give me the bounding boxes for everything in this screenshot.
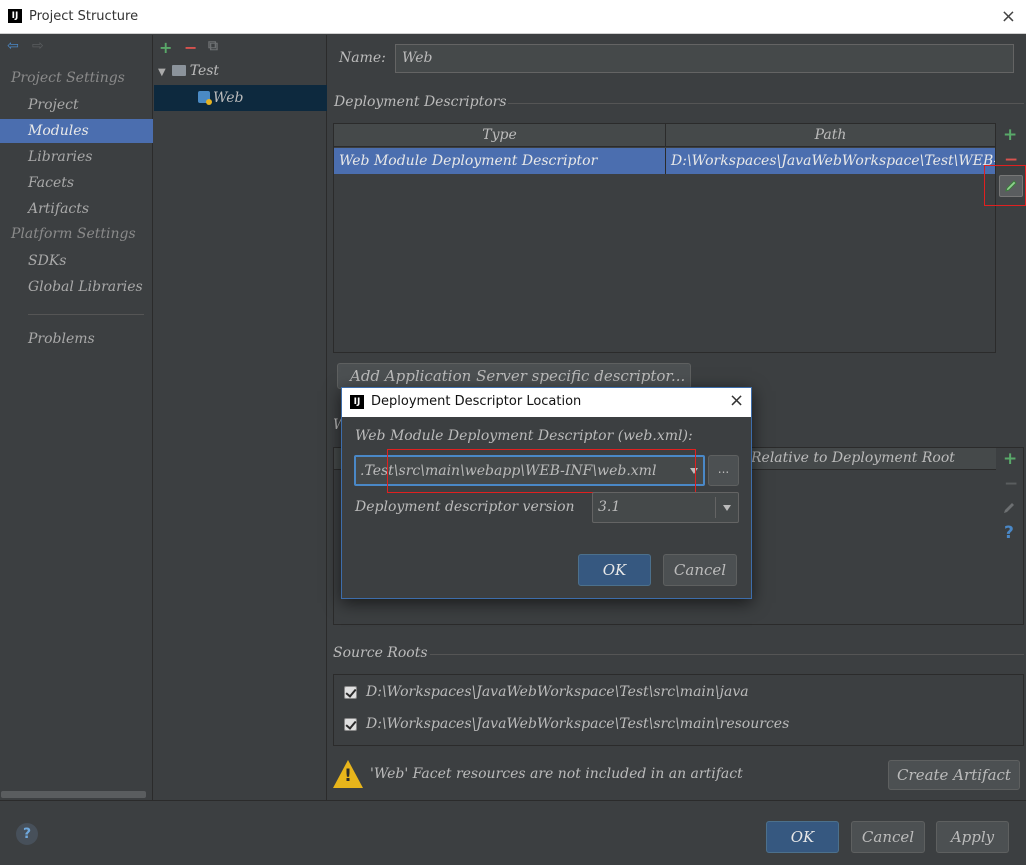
table-row-path-cell[interactable]: D:\Workspaces\JavaWebWorkspace\Test\WEB-… — [666, 148, 996, 174]
sidebar-item-artifacts[interactable]: Artifacts — [0, 197, 153, 221]
sidebar-separator — [28, 314, 144, 315]
select-divider — [715, 497, 716, 518]
warning-exclamation: ! — [344, 766, 352, 786]
tree-node-label: Test — [189, 63, 220, 79]
add-resource-icon[interactable]: + — [1003, 449, 1017, 469]
dialog-cancel-button[interactable]: Cancel — [663, 554, 737, 586]
source-root-path: D:\Workspaces\JavaWebWorkspace\Test\src\… — [366, 684, 749, 700]
group-separator — [430, 654, 1024, 655]
cancel-button[interactable]: Cancel — [851, 821, 925, 853]
create-artifact-button[interactable]: Create Artifact — [888, 760, 1020, 790]
deployment-descriptors-heading: Deployment Descriptors — [334, 94, 507, 110]
name-input[interactable]: Web — [395, 44, 1014, 73]
apply-button[interactable]: Apply — [936, 821, 1009, 853]
window-title: Project Structure — [29, 9, 139, 24]
sidebar-scrollbar[interactable] — [1, 791, 146, 798]
column-header-relative[interactable]: Relative to Deployment Root — [751, 450, 955, 466]
web-facet-icon — [198, 91, 212, 105]
window-titlebar — [0, 0, 1026, 34]
add-module-icon[interactable]: + — [159, 38, 172, 57]
tree-node-test[interactable]: ▼ Test — [154, 58, 327, 84]
name-label: Name: — [339, 50, 386, 66]
sidebar-item-facets[interactable]: Facets — [0, 171, 153, 195]
add-server-descriptor-button[interactable]: Add Application Server specific descript… — [337, 363, 691, 389]
sidebar-item-modules[interactable]: Modules — [0, 119, 153, 143]
version-value: 3.1 — [598, 499, 621, 515]
remove-resource-icon[interactable]: − — [1004, 474, 1018, 494]
dialog-ok-button[interactable]: OK — [578, 554, 651, 586]
column-header-path[interactable]: Path — [666, 124, 996, 147]
sidebar-item-sdks[interactable]: SDKs — [0, 249, 153, 273]
module-tree-panel — [154, 35, 327, 800]
source-root-checkbox[interactable] — [344, 686, 357, 699]
remove-module-icon[interactable]: − — [184, 38, 197, 57]
sidebar-item-problems[interactable]: Problems — [0, 327, 153, 351]
edit-resource-icon[interactable] — [1002, 500, 1016, 519]
column-header-type[interactable]: Type — [334, 124, 666, 147]
sidebar-item-libraries[interactable]: Libraries — [0, 145, 153, 169]
project-settings-heading: Project Settings — [11, 70, 125, 86]
forward-arrow-icon[interactable]: ⇨ — [32, 38, 44, 54]
intellij-logo-icon: IJ — [8, 9, 22, 23]
copy-module-icon[interactable]: ⧉ — [208, 38, 218, 54]
pencil-icon — [1005, 180, 1017, 192]
dialog-close-icon[interactable]: × — [729, 390, 744, 411]
version-select[interactable]: 3.1 — [592, 492, 739, 523]
highlight-box — [387, 449, 696, 493]
platform-settings-heading: Platform Settings — [11, 226, 136, 242]
source-root-path: D:\Workspaces\JavaWebWorkspace\Test\src\… — [366, 716, 790, 732]
chevron-down-icon[interactable] — [723, 505, 731, 511]
ok-button[interactable]: OK — [766, 821, 839, 853]
intellij-logo-icon: IJ — [350, 395, 364, 409]
back-arrow-icon[interactable]: ⇦ — [7, 38, 19, 54]
warning-message: 'Web' Facet resources are not included i… — [370, 766, 743, 782]
expand-arrow-icon[interactable]: ▼ — [158, 67, 166, 78]
window-close-icon[interactable]: × — [1001, 6, 1016, 27]
help-icon[interactable]: ? — [1004, 523, 1014, 543]
help-circle-icon[interactable]: ? — [16, 823, 38, 845]
edit-descriptor-button[interactable] — [999, 175, 1023, 197]
sidebar-item-global-libraries[interactable]: Global Libraries — [0, 275, 153, 299]
descriptor-path-label: Web Module Deployment Descriptor (web.xm… — [355, 428, 693, 444]
sidebar-item-project[interactable]: Project — [0, 93, 153, 117]
group-separator — [508, 103, 1024, 104]
source-root-checkbox[interactable] — [344, 718, 357, 731]
version-label: Deployment descriptor version — [355, 499, 575, 515]
browse-button[interactable]: ... — [708, 455, 739, 486]
tree-node-label: Web — [213, 90, 244, 106]
tree-node-web[interactable]: Web — [154, 85, 327, 111]
table-row-type-cell[interactable]: Web Module Deployment Descriptor — [334, 148, 666, 174]
source-roots-heading: Source Roots — [333, 645, 428, 661]
folder-icon — [171, 65, 186, 76]
add-descriptor-icon[interactable]: + — [1003, 125, 1017, 145]
dialog-title: Deployment Descriptor Location — [371, 394, 582, 409]
